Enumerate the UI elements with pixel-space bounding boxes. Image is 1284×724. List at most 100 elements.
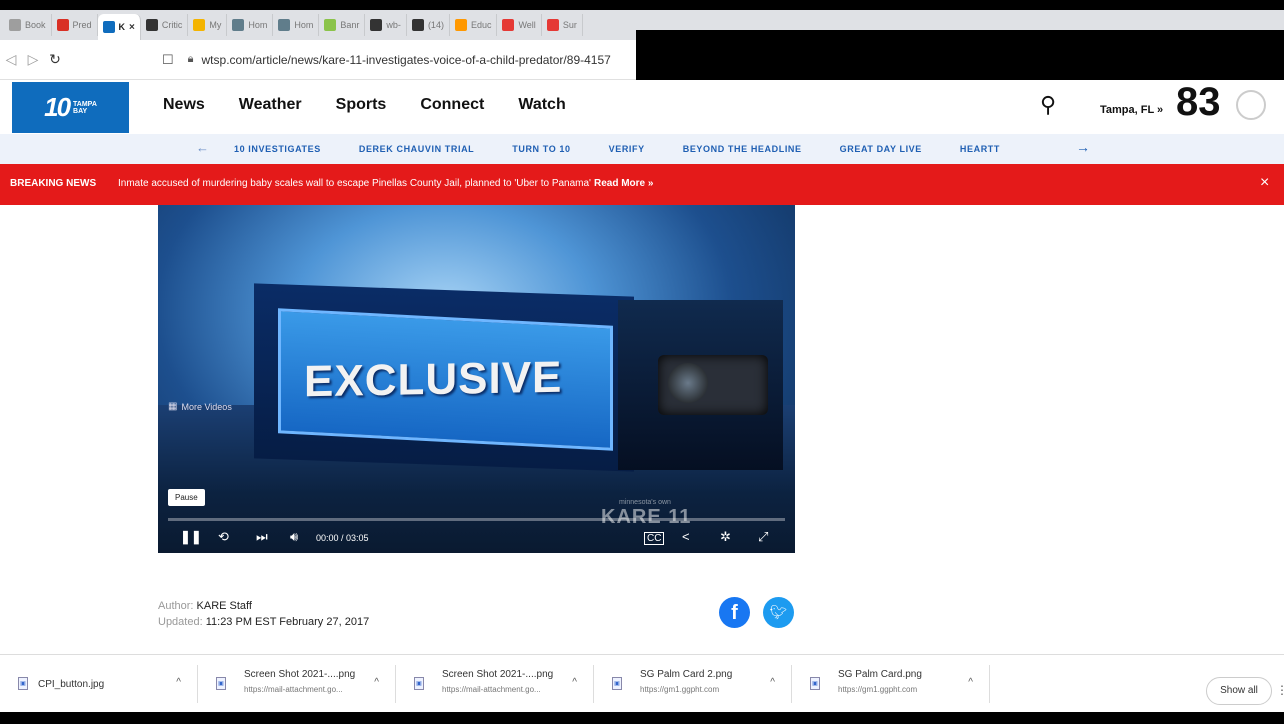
tab-label: Book [25, 20, 46, 30]
tab-label: (14) [427, 20, 444, 30]
tab-label: Well [518, 20, 536, 30]
main-nav: News Weather Sports Connect Watch [163, 96, 566, 114]
browser-tab[interactable]: Well [497, 14, 542, 36]
nav-item-watch[interactable]: Watch [518, 96, 565, 114]
browser-tab[interactable]: Hom [273, 14, 320, 36]
browser-tab[interactable]: Book [4, 14, 52, 36]
chevron-up-icon[interactable]: ^ [374, 677, 379, 688]
captions-icon[interactable]: CC [644, 532, 665, 545]
read-more-link[interactable]: Read More » [594, 178, 653, 189]
subnav-item[interactable]: TURN TO 10 [512, 144, 570, 154]
browser-tab[interactable]: Sur [542, 14, 583, 36]
image-file-icon: ▣ [612, 677, 622, 690]
author-name[interactable]: KARE Staff [197, 600, 252, 612]
more-icon[interactable]: ⋮ [1276, 683, 1284, 697]
tab-close-icon[interactable]: × [129, 22, 135, 33]
download-item[interactable]: ▣ SG Palm Card.png https://gm1.ggpht.com ^ [800, 665, 990, 703]
nav-item-sports[interactable]: Sports [336, 96, 387, 114]
bookmark-page-icon[interactable]: ☐ [162, 52, 174, 68]
download-item[interactable]: ▣ CPI_button.jpg ^ [8, 665, 198, 703]
image-file-icon: ▣ [414, 677, 424, 690]
arrow-icon [324, 19, 337, 31]
subnav-item[interactable]: 10 INVESTIGATES [234, 144, 321, 154]
temperature[interactable]: 83 [1176, 82, 1221, 122]
tab-label: Educ [470, 20, 492, 30]
sub-nav: ← 10 INVESTIGATES DEREK CHAUVIN TRIAL TURN… [0, 134, 1284, 164]
pause-icon[interactable]: ❚❚ [180, 529, 202, 545]
browser-tab[interactable]: K × [97, 14, 141, 40]
download-item[interactable]: ▣ Screen Shot 2021-....png https://mail-at… [404, 665, 594, 703]
download-source: https://gm1.ggpht.com [838, 685, 918, 694]
download-name: Screen Shot 2021-....png [244, 669, 356, 680]
browser-tab[interactable]: Banr [319, 14, 366, 36]
download-item[interactable]: ▣ Screen Shot 2021-....png https://mail-at… [206, 665, 396, 703]
download-item[interactable]: ▣ SG Palm Card 2.png https://gm1.ggpht.com… [602, 665, 792, 703]
arrow-right-icon[interactable]: → [1076, 139, 1090, 155]
arrow-left-icon[interactable]: ← [196, 140, 209, 155]
show-all-button[interactable]: Show all [1206, 677, 1272, 705]
facebook-icon[interactable]: f [719, 597, 750, 628]
survey-icon [546, 19, 559, 31]
share-icon[interactable]: < [682, 529, 690, 544]
subnav-item[interactable]: VERIFY [609, 144, 645, 154]
location-link[interactable]: Tampa, FL » [1100, 104, 1163, 116]
box-icon [411, 19, 424, 31]
station-logo[interactable]: 10 TAMPA BAY [12, 82, 129, 133]
tab-label: Critic [161, 20, 183, 30]
nav-item-news[interactable]: News [163, 96, 205, 114]
chevron-up-icon[interactable]: ^ [968, 677, 973, 688]
next-icon[interactable]: ⏭ [256, 529, 268, 545]
subnav-item[interactable]: GREAT DAY LIVE [840, 144, 922, 154]
downloads-shelf: ▣ CPI_button.jpg ^ ▣ Screen Shot 2021-....pn… [0, 654, 1284, 712]
subnav-item[interactable]: BEYOND THE HEADLINE [683, 144, 802, 154]
subnav-item[interactable]: HEARTT [960, 144, 1000, 154]
browser-tab[interactable]: Critic [141, 14, 189, 36]
tab-label: K [118, 22, 126, 32]
subnav-items: 10 INVESTIGATES DEREK CHAUVIN TRIAL TURN T… [234, 144, 1000, 154]
browser-tab[interactable]: Pred [52, 14, 98, 36]
fullscreen-icon[interactable]: ⤢ [758, 529, 768, 545]
forward-icon[interactable]: ▷ [22, 51, 44, 68]
browser-tab[interactable]: (14) [407, 14, 450, 36]
settings-icon[interactable]: ✲ [720, 529, 731, 545]
nav-item-weather[interactable]: Weather [239, 96, 302, 114]
image-file-icon: ▣ [216, 677, 226, 690]
chevron-up-icon[interactable]: ^ [572, 677, 577, 688]
browser-tab[interactable]: Hom [227, 14, 274, 36]
tab-label: wb- [386, 20, 401, 30]
more-videos-button[interactable]: ▦ More Videos [168, 401, 232, 412]
url-field[interactable]: wtsp.com/article/news/kare-11-investigat… [202, 53, 611, 67]
byline: Author: KARE Staff Updated: 11:23 PM EST… [158, 600, 370, 628]
grid-icon: ▦ [168, 401, 178, 412]
nav-item-connect[interactable]: Connect [420, 96, 484, 114]
browser-tab[interactable]: My [188, 14, 228, 36]
tab-label: Hom [248, 20, 268, 30]
replay-icon[interactable]: ⟲ [218, 529, 229, 545]
breaking-headline[interactable]: Inmate accused of murdering baby scales … [118, 178, 653, 189]
download-source: https://gm1.ggpht.com [640, 685, 720, 694]
tab-label: My [209, 20, 222, 30]
video-player[interactable]: EXCLUSIVE ▦ More Videos minnesota's own … [158, 205, 795, 553]
subnav-item[interactable]: DEREK CHAUVIN TRIAL [359, 144, 474, 154]
pause-tooltip: Pause [168, 489, 205, 506]
chevron-up-icon[interactable]: ^ [176, 677, 181, 688]
bank-icon [232, 19, 245, 31]
browser-window: Book Pred K × Critic My Hom Hom Banr wb- (14) Educ W… [0, 10, 1284, 712]
chevron-up-icon[interactable]: ^ [770, 677, 775, 688]
back-icon[interactable]: ◁ [0, 51, 22, 68]
lock-icon[interactable]: 🔒︎ [188, 53, 194, 66]
bookmark-icon [9, 19, 21, 31]
drive-icon [193, 19, 206, 31]
browser-tab[interactable]: wb- [365, 14, 407, 36]
search-icon[interactable]: ⚲ [1040, 92, 1056, 118]
download-name: Screen Shot 2021-....png [442, 669, 554, 680]
reload-icon[interactable]: ↻ [44, 51, 66, 68]
volume-icon[interactable]: 🔊︎ [290, 529, 298, 545]
image-file-icon: ▣ [18, 677, 28, 690]
globe-icon [145, 19, 158, 31]
video-headline: EXCLUSIVE [304, 352, 563, 407]
progress-bar[interactable] [168, 518, 785, 521]
browser-tab[interactable]: Educ [450, 14, 498, 36]
twitter-icon[interactable]: 🐦︎ [763, 597, 794, 628]
close-icon[interactable]: × [1260, 174, 1269, 192]
